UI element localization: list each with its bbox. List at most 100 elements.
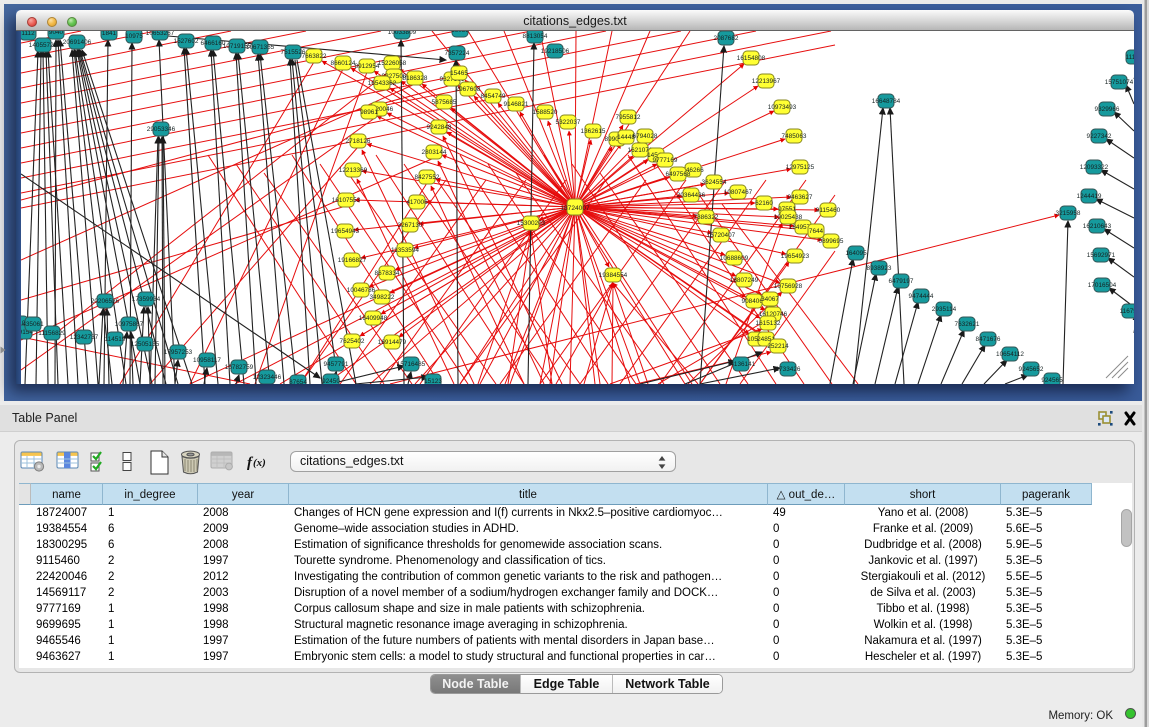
svg-text:114519: 114519 — [105, 336, 126, 343]
svg-text:1615132: 1615132 — [756, 320, 781, 327]
svg-text:19654943: 19654943 — [331, 228, 360, 235]
svg-text:11156829: 11156829 — [38, 330, 66, 337]
svg-text:8813054: 8813054 — [523, 33, 548, 40]
svg-text:18807249: 18807249 — [730, 277, 759, 284]
svg-text:9242848: 9242848 — [427, 124, 452, 131]
svg-text:16914479: 16914479 — [378, 339, 407, 346]
svg-text:15716485: 15716485 — [397, 361, 426, 368]
svg-text:15720407: 15720407 — [707, 232, 736, 239]
svg-text:3215958: 3215958 — [1056, 210, 1081, 217]
svg-text:16648784: 16648784 — [872, 98, 901, 105]
svg-text:19654923: 19654923 — [781, 253, 810, 260]
svg-text:2087682: 2087682 — [714, 35, 739, 42]
svg-text:1244419: 1244419 — [1077, 193, 1102, 200]
svg-text:7625402: 7625402 — [340, 338, 365, 345]
svg-text:10688609: 10688609 — [720, 255, 749, 262]
svg-text:15751074: 15751074 — [1105, 79, 1134, 86]
svg-text:17957253: 17957253 — [164, 349, 193, 356]
svg-text:10671355: 10671355 — [246, 44, 275, 51]
svg-text:12213967: 12213967 — [752, 78, 781, 85]
svg-text:19384554: 19384554 — [599, 272, 628, 279]
svg-text:0899695: 0899695 — [819, 238, 844, 245]
svg-text:10975867: 10975867 — [115, 321, 144, 328]
svg-text:7644: 7644 — [809, 228, 824, 235]
svg-text:16210643: 16210643 — [1083, 223, 1112, 230]
svg-text:7663822: 7663822 — [302, 53, 327, 60]
svg-text:1733426: 1733426 — [776, 366, 801, 373]
svg-text:924565: 924565 — [1041, 377, 1063, 384]
svg-text:252214: 252214 — [767, 343, 789, 350]
svg-text:6794028: 6794028 — [633, 133, 658, 140]
svg-text:9146821: 9146821 — [504, 101, 529, 108]
svg-text:8660124: 8660124 — [331, 60, 356, 67]
svg-text:15123: 15123 — [424, 378, 442, 384]
svg-text:7632621: 7632621 — [955, 321, 980, 328]
svg-text:435061: 435061 — [22, 321, 44, 328]
svg-text:7955812: 7955812 — [616, 114, 641, 121]
svg-text:8427552: 8427552 — [415, 174, 440, 181]
svg-text:9227342: 9227342 — [1087, 133, 1112, 140]
svg-text:12505135: 12505135 — [131, 341, 160, 348]
svg-text:1527602: 1527602 — [174, 38, 199, 45]
svg-text:10958117: 10958117 — [193, 357, 221, 364]
svg-text:19166827: 19166827 — [338, 257, 367, 264]
svg-text:20364436: 20364436 — [677, 192, 706, 199]
svg-text:3498222: 3498222 — [370, 294, 395, 301]
svg-text:10756928: 10756928 — [774, 283, 803, 290]
svg-text:2935114: 2935114 — [932, 306, 957, 313]
svg-text:7485063: 7485063 — [782, 133, 807, 140]
svg-text:12093322: 12093322 — [1080, 164, 1109, 171]
svg-text:10033809: 10033809 — [388, 31, 417, 36]
svg-text:417006: 417006 — [406, 199, 428, 206]
svg-text:87654: 87654 — [289, 379, 307, 384]
svg-text:34067: 34067 — [761, 296, 779, 303]
svg-text:5322037: 5322037 — [556, 119, 581, 126]
svg-text:14055721: 14055721 — [29, 42, 58, 49]
svg-text:9474444: 9474444 — [909, 293, 934, 300]
svg-text:8938923: 8938923 — [867, 265, 892, 272]
svg-text:9245652: 9245652 — [1019, 366, 1044, 373]
svg-text:8912954: 8912954 — [355, 63, 380, 70]
svg-text:10807467: 10807467 — [724, 189, 753, 196]
svg-text:116753: 116753 — [1120, 308, 1134, 315]
svg-text:10973493: 10973493 — [768, 104, 797, 111]
svg-text:14136141: 14136141 — [727, 361, 756, 368]
svg-text:3624554: 3624554 — [702, 179, 727, 186]
svg-text:164095: 164095 — [845, 250, 867, 257]
svg-text:20691406: 20691406 — [63, 39, 92, 46]
svg-text:16409948: 16409948 — [359, 315, 388, 322]
svg-text:1841: 1841 — [102, 31, 117, 37]
svg-text:98961: 98961 — [360, 109, 378, 116]
svg-text:8678334: 8678334 — [375, 270, 400, 277]
svg-text:9329966: 9329966 — [1095, 106, 1120, 113]
svg-text:16543362: 16543362 — [368, 80, 397, 87]
svg-text:10046786: 10046786 — [347, 287, 376, 294]
svg-text:11353594: 11353594 — [391, 247, 419, 254]
svg-text:2803144: 2803144 — [422, 149, 447, 156]
svg-text:8471676: 8471676 — [976, 336, 1001, 343]
svg-text:12975125: 12975125 — [786, 164, 815, 171]
svg-text:17016504: 17016504 — [1088, 282, 1117, 289]
svg-text:12323446: 12323446 — [253, 374, 282, 381]
svg-text:1362615: 1362615 — [581, 128, 606, 135]
svg-text:12213369: 12213369 — [339, 167, 368, 174]
svg-text:6497568: 6497568 — [666, 171, 691, 178]
svg-text:10653267: 10653267 — [146, 31, 175, 37]
svg-text:8186328: 8186328 — [403, 75, 428, 82]
svg-text:15300203: 15300203 — [517, 220, 546, 227]
svg-text:19218506: 19218506 — [541, 48, 570, 55]
svg-text:10654112: 10654112 — [996, 351, 1024, 358]
svg-text:5875685: 5875685 — [432, 99, 457, 106]
svg-text:16107553: 16107553 — [332, 197, 361, 204]
svg-text:1112: 1112 — [21, 31, 35, 37]
svg-text:18724007: 18724007 — [560, 205, 590, 212]
svg-text:6479197: 6479197 — [889, 278, 914, 285]
svg-text:16154808: 16154808 — [737, 55, 766, 62]
svg-text:9040: 9040 — [49, 31, 64, 36]
svg-text:9777169: 9777169 — [653, 157, 678, 164]
svg-text:8454749: 8454749 — [481, 93, 506, 100]
svg-text:2718126: 2718126 — [346, 138, 371, 145]
svg-text:17359934: 17359934 — [132, 296, 161, 303]
svg-text:3267130: 3267130 — [398, 222, 423, 229]
svg-text:9463627: 9463627 — [788, 194, 813, 201]
